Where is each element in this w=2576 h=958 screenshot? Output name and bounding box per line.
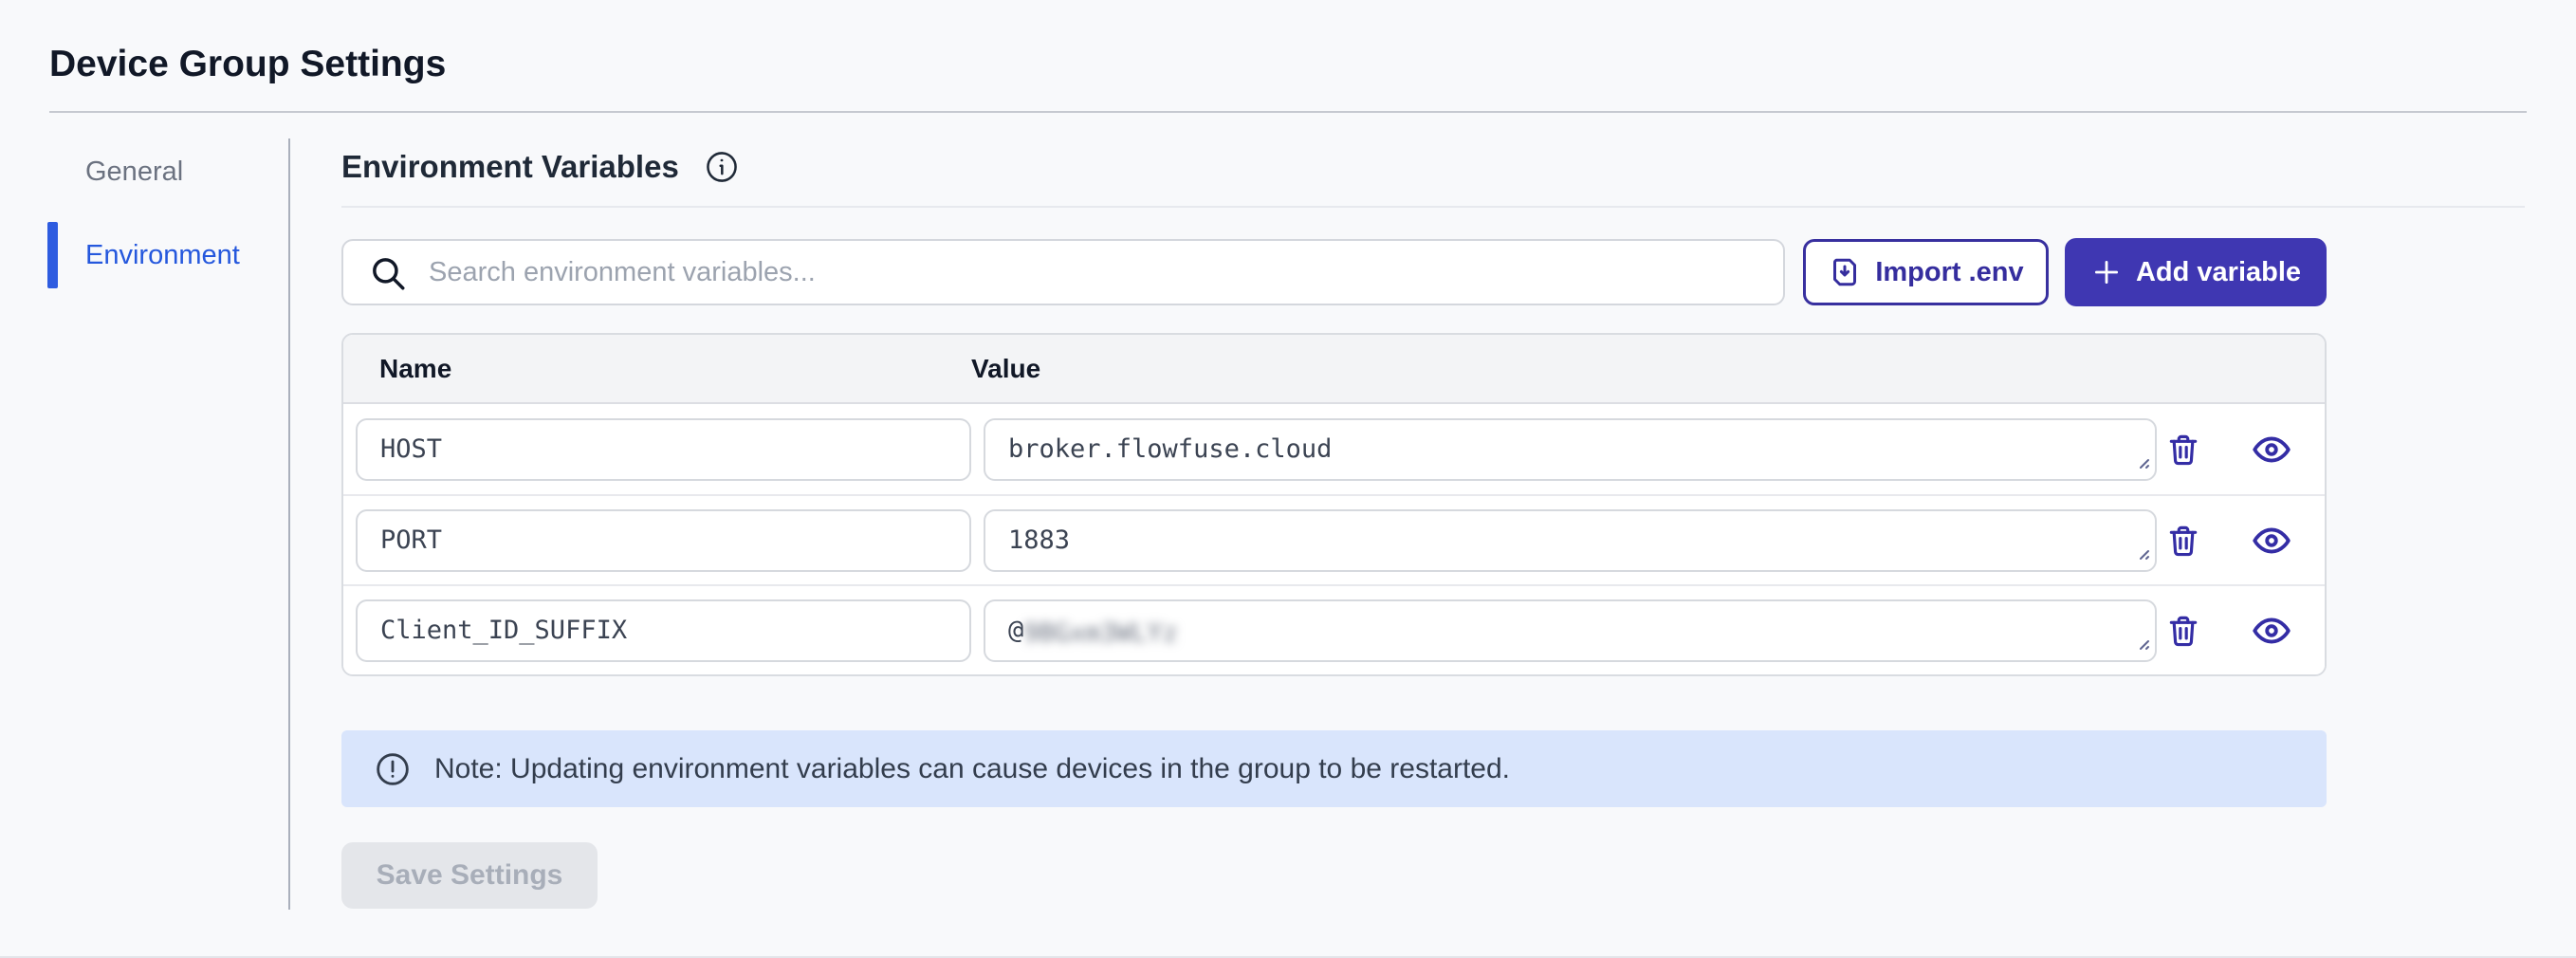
add-variable-label: Add variable [2136,257,2301,288]
name-field [356,599,971,662]
trash-icon [2165,613,2201,649]
value-field: 9BGxm3WLYz [984,599,2157,662]
column-header-value: Value [960,354,2133,384]
name-field [356,418,971,481]
table-row: 9BGxm3WLYz [343,584,2325,674]
delete-variable-button[interactable] [2165,613,2201,649]
eye-icon [2251,520,2292,562]
add-variable-button[interactable]: Add variable [2065,238,2327,306]
save-settings-button[interactable]: Save Settings [341,842,598,909]
delete-variable-button[interactable] [2165,523,2201,559]
plus-icon [2090,256,2123,288]
name-input[interactable] [358,601,969,660]
show-value-button[interactable] [2251,520,2292,562]
sidebar-item-environment[interactable]: Environment [49,222,288,288]
sidebar-item-label: General [85,157,183,188]
trash-icon [2165,432,2201,468]
table-row [343,494,2325,584]
eye-icon [2251,429,2292,470]
name-input[interactable] [358,511,969,570]
note-banner: Note: Updating environment variables can… [341,730,2327,807]
eye-icon [2251,610,2292,652]
table-row [343,404,2325,494]
show-value-button[interactable] [2251,610,2292,652]
section-heading: Environment Variables [341,149,679,185]
search-icon [368,253,408,293]
title-divider [49,111,2527,113]
page-title: Device Group Settings [49,44,2527,85]
name-field [356,509,971,572]
search-input[interactable] [341,239,1785,305]
import-env-button[interactable]: Import .env [1803,239,2049,305]
trash-icon [2165,523,2201,559]
value-input[interactable] [985,601,2155,660]
delete-variable-button[interactable] [2165,432,2201,468]
table-header: Name Value [343,335,2325,404]
heading-divider [341,206,2525,208]
import-env-label: Import .env [1875,257,2023,288]
value-field [984,418,2157,481]
search-box [341,239,1785,305]
value-field [984,509,2157,572]
exclamation-circle-icon [374,750,412,788]
info-icon[interactable] [704,149,740,185]
column-header-name: Name [343,354,960,384]
env-variables-table: Name Value [341,333,2327,676]
table-rows: 9BGxm3WLYz [343,404,2325,674]
sidebar-item-label: Environment [85,240,240,271]
name-input[interactable] [358,420,969,479]
value-input[interactable] [985,420,2155,479]
document-download-icon [1828,255,1862,289]
main-panel: Environment Variables [290,138,2527,910]
value-input[interactable] [985,511,2155,570]
page-header: Device Group Settings [0,0,2576,113]
sidebar-item-general[interactable]: General [49,138,288,205]
show-value-button[interactable] [2251,429,2292,470]
note-text: Note: Updating environment variables can… [434,753,1510,785]
settings-sidebar: General Environment [49,138,290,910]
